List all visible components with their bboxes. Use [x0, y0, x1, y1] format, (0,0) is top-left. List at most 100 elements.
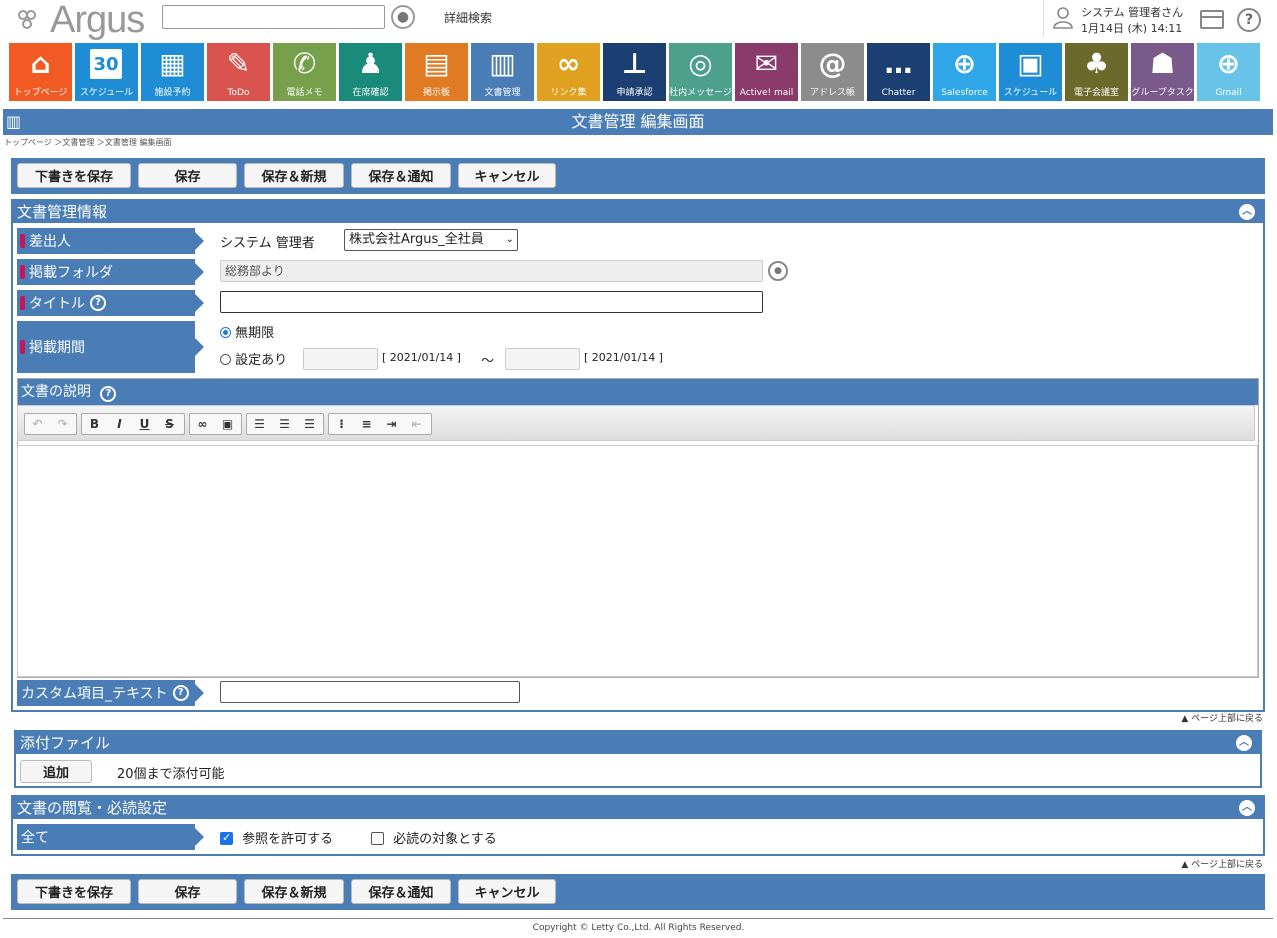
- description-textarea[interactable]: [17, 445, 1258, 677]
- bullet-list-icon[interactable]: ⁝: [329, 414, 354, 434]
- document-info-header: 文書管理情報 ︿: [13, 201, 1263, 223]
- search-icon[interactable]: ●: [391, 5, 415, 29]
- app-tile[interactable]: … Chatter: [867, 43, 930, 101]
- save-button[interactable]: 保存: [138, 163, 237, 188]
- numbered-list-icon[interactable]: ≡: [354, 414, 379, 434]
- sender-group-select[interactable]: 株式会社Argus_全社員 ⌄: [344, 229, 518, 251]
- folder-input[interactable]: 総務部より: [220, 260, 763, 282]
- app-tile[interactable]: ⌂ トップページ: [9, 43, 72, 101]
- period-start-hint: [ 2021/01/14 ]: [382, 351, 461, 364]
- link-icon[interactable]: ∞: [190, 414, 215, 434]
- app-tile[interactable]: ♣ 電子会議室: [1065, 43, 1128, 101]
- app-icon: ⊥: [621, 47, 648, 80]
- app-tile[interactable]: ✎ ToDo: [207, 43, 270, 101]
- app-icon: ⊕: [1216, 47, 1241, 80]
- collapse-icon[interactable]: ︿: [1239, 800, 1255, 816]
- app-tile[interactable]: ♟ 在席確認: [339, 43, 402, 101]
- align-group: ☰ ☰ ☰: [246, 413, 324, 435]
- folder-label-text: 掲載フォルダ: [29, 265, 113, 281]
- image-icon[interactable]: ▣: [215, 414, 240, 434]
- app-tile[interactable]: ☗ グループタスク: [1131, 43, 1194, 101]
- page-title: 文書管理 編集画面: [3, 109, 1273, 135]
- save-and-new-button[interactable]: 保存＆新規: [244, 879, 344, 904]
- app-tile[interactable]: ⊕ Salesforce: [933, 43, 996, 101]
- save-draft-button[interactable]: 下書きを保存: [17, 879, 131, 904]
- app-tile[interactable]: ✉ Active! mail: [735, 43, 798, 101]
- save-and-notify-button[interactable]: 保存＆通知: [351, 163, 451, 188]
- period-set-radio[interactable]: [220, 354, 231, 365]
- user-icon[interactable]: [1053, 6, 1073, 30]
- app-tile[interactable]: ◎ 社内メッセージ: [669, 43, 732, 101]
- help-icon[interactable]: ?: [90, 295, 106, 311]
- app-tile[interactable]: ⊕ Gmail: [1197, 43, 1260, 101]
- save-button[interactable]: 保存: [138, 879, 237, 904]
- italic-icon[interactable]: I: [107, 414, 132, 434]
- app-icon: ∞: [556, 47, 581, 80]
- app-tile[interactable]: ▦ 施設予約: [141, 43, 204, 101]
- bold-icon[interactable]: B: [82, 414, 107, 434]
- save-and-new-button[interactable]: 保存＆新規: [244, 163, 344, 188]
- allow-view-option[interactable]: 参照を許可する: [220, 828, 333, 847]
- cancel-button[interactable]: キャンセル: [458, 163, 556, 188]
- redo-icon[interactable]: ↷: [50, 414, 75, 434]
- help-icon[interactable]: ?: [172, 685, 189, 701]
- advanced-search-link[interactable]: 詳細検索: [444, 9, 492, 26]
- app-tile[interactable]: ∞ リンク集: [537, 43, 600, 101]
- app-tile[interactable]: 30 スケジュール: [75, 43, 138, 101]
- app-tile[interactable]: @ アドレス帳: [801, 43, 864, 101]
- help-icon[interactable]: ?: [100, 386, 117, 402]
- required-mark: [20, 234, 25, 248]
- title-input[interactable]: [220, 291, 763, 313]
- collapse-icon[interactable]: ︿: [1239, 204, 1255, 220]
- app-tile[interactable]: ▥ 文書管理: [471, 43, 534, 101]
- period-unlimited-radio[interactable]: [220, 327, 231, 338]
- cancel-button[interactable]: キャンセル: [458, 879, 556, 904]
- reading-settings-header: 文書の閲覧・必読設定 ︿: [13, 797, 1263, 819]
- window-icon[interactable]: [1200, 10, 1224, 29]
- outdent-icon[interactable]: ⇤: [404, 414, 429, 434]
- argus-logo[interactable]: Argus: [18, 0, 145, 40]
- search-input[interactable]: [162, 5, 385, 29]
- user-name[interactable]: システム 管理者さん: [1081, 4, 1183, 20]
- sender-group-value: 株式会社Argus_全社員: [349, 232, 484, 247]
- app-tile[interactable]: ▣ スケジュール: [999, 43, 1062, 101]
- collapse-icon[interactable]: ︿: [1236, 735, 1252, 751]
- app-tile[interactable]: ▤ 掲示板: [405, 43, 468, 101]
- must-read-checkbox[interactable]: [371, 832, 384, 845]
- align-right-icon[interactable]: ☰: [297, 414, 322, 434]
- app-label: Salesforce: [941, 88, 988, 98]
- app-label: 掲示板: [422, 88, 450, 98]
- folder-search-icon[interactable]: ●: [768, 261, 788, 281]
- period-end-input[interactable]: [505, 348, 580, 370]
- allow-view-checkbox[interactable]: [220, 831, 233, 845]
- custom-field-input[interactable]: [220, 681, 520, 703]
- app-icon: ✆: [292, 47, 317, 80]
- strikethrough-icon[interactable]: S: [157, 414, 182, 434]
- save-and-notify-button[interactable]: 保存＆通知: [351, 879, 451, 904]
- breadcrumb: トップページ ＞文書管理 ＞文書管理 編集画面: [4, 138, 172, 147]
- period-set-option[interactable]: 設定あり: [220, 349, 287, 368]
- help-icon[interactable]: ?: [1237, 8, 1261, 32]
- title-label-text: タイトル: [29, 296, 85, 312]
- custom-field-label: カスタム項目_テキスト ?: [17, 680, 204, 706]
- app-label: スケジュール: [1003, 88, 1058, 98]
- indent-icon[interactable]: ⇥: [379, 414, 404, 434]
- align-left-icon[interactable]: ☰: [247, 414, 272, 434]
- save-draft-button[interactable]: 下書きを保存: [17, 163, 131, 188]
- footer-divider: [3, 918, 1273, 919]
- back-to-top-link[interactable]: ▲ ページ上部に戻る: [1181, 711, 1263, 724]
- period-start-input[interactable]: [303, 348, 378, 370]
- undo-icon[interactable]: ↶: [25, 414, 50, 434]
- app-icon: ⊕: [952, 47, 977, 80]
- must-read-option[interactable]: 必読の対象とする: [371, 828, 497, 847]
- app-label: Chatter: [881, 88, 916, 98]
- app-tile[interactable]: ✆ 電話メモ: [273, 43, 336, 101]
- add-attachment-button[interactable]: 追加: [20, 760, 92, 783]
- back-to-top-link[interactable]: ▲ ページ上部に戻る: [1181, 857, 1263, 870]
- align-center-icon[interactable]: ☰: [272, 414, 297, 434]
- app-tile[interactable]: ⊥ 申請承認: [603, 43, 666, 101]
- bottom-action-buttons: 下書きを保存 保存 保存＆新規 保存＆通知 キャンセル: [17, 879, 563, 904]
- period-unlimited-option[interactable]: 無期限: [220, 322, 274, 341]
- underline-icon[interactable]: U: [132, 414, 157, 434]
- top-action-buttons: 下書きを保存 保存 保存＆新規 保存＆通知 キャンセル: [17, 163, 563, 188]
